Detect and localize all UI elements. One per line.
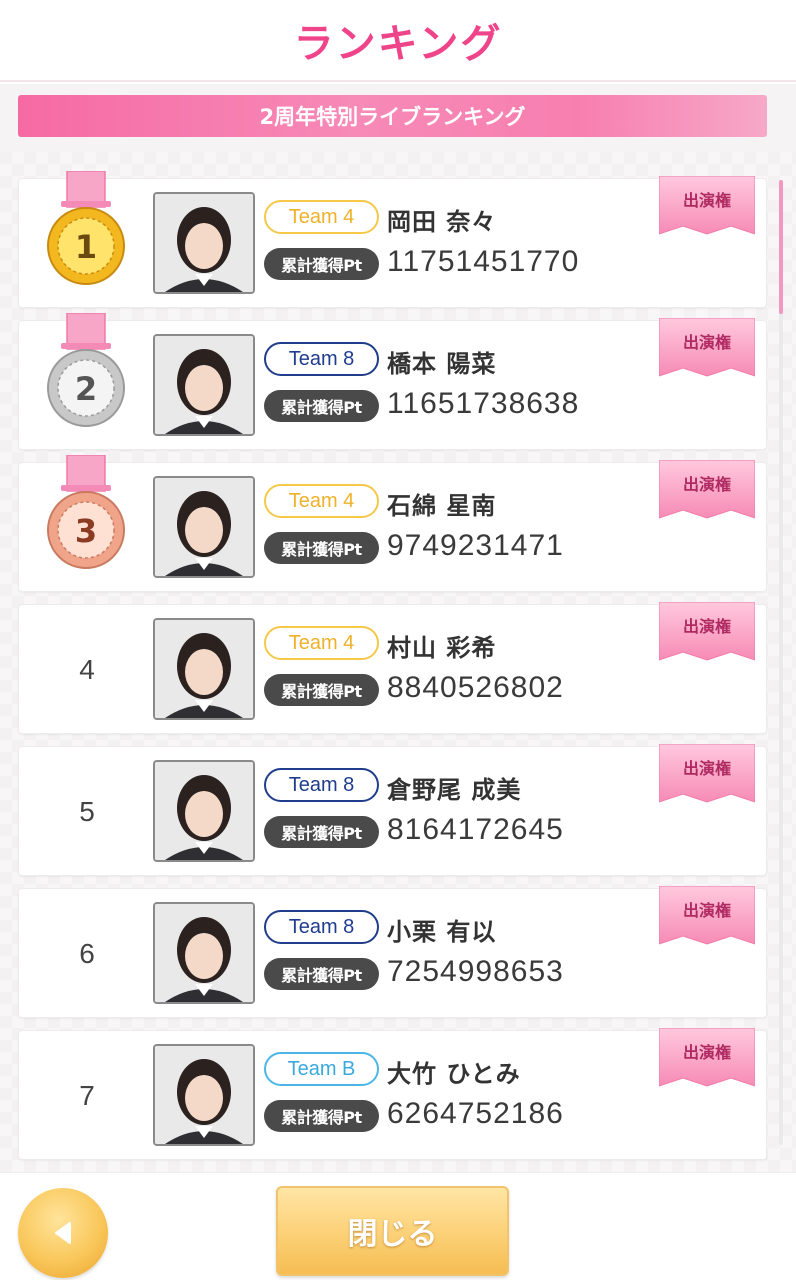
member-photo bbox=[153, 192, 255, 294]
points-label: 累計獲得Pt bbox=[264, 390, 379, 422]
points-value: 11751451770 bbox=[387, 245, 580, 278]
team-badge: Team 8 bbox=[264, 342, 379, 376]
gold-medal-icon: 1 bbox=[47, 171, 125, 285]
back-arrow-icon bbox=[55, 1222, 71, 1244]
back-button[interactable] bbox=[18, 1188, 108, 1278]
ranking-row-4[interactable]: 4 Team 4 村山 彩希 累計獲得Pt 8840526802 出演権 bbox=[18, 602, 767, 734]
svg-text:1: 1 bbox=[75, 228, 97, 266]
appearance-right-badge: 出演権 bbox=[682, 475, 731, 494]
points-value: 11651738638 bbox=[387, 387, 580, 420]
team-badge: Team B bbox=[264, 1052, 379, 1086]
points-label: 累計獲得Pt bbox=[264, 674, 379, 706]
points-label: 累計獲得Pt bbox=[264, 532, 379, 564]
rank-number: 6 bbox=[79, 938, 95, 969]
ranking-row-6[interactable]: 6 Team 8 小栗 有以 累計獲得Pt 7254998653 出演権 bbox=[18, 886, 767, 1018]
member-name: 村山 彩希 bbox=[387, 634, 497, 662]
ranking-row-5[interactable]: 5 Team 8 倉野尾 成美 累計獲得Pt 8164172645 出演権 bbox=[18, 744, 767, 876]
member-photo bbox=[153, 760, 255, 862]
points-label: 累計獲得Pt bbox=[264, 816, 379, 848]
page-title: ランキング bbox=[293, 21, 503, 67]
member-name: 橋本 陽菜 bbox=[387, 350, 497, 378]
app-header: ランキング bbox=[0, 0, 796, 82]
member-photo bbox=[153, 334, 255, 436]
appearance-right-badge: 出演権 bbox=[682, 617, 731, 636]
rank-number: 5 bbox=[79, 796, 95, 827]
ranking-row-7[interactable]: 7 Team B 大竹 ひとみ 累計獲得Pt 6264752186 出演権 bbox=[18, 1028, 767, 1160]
rank-number: 7 bbox=[79, 1080, 95, 1111]
ranking-row-1[interactable]: 1 Team 4 岡田 奈々 累計獲得Pt 11751451770 出演権 bbox=[18, 171, 767, 308]
rank-number: 4 bbox=[79, 654, 95, 685]
appearance-right-badge: 出演権 bbox=[682, 759, 731, 778]
appearance-right-badge: 出演権 bbox=[682, 901, 731, 920]
scrollbar-track[interactable] bbox=[779, 180, 783, 1145]
appearance-right-badge: 出演権 bbox=[682, 191, 731, 210]
member-photo bbox=[153, 1044, 255, 1146]
ranking-banner: 2周年特別ライブランキング bbox=[18, 95, 767, 137]
points-label: 累計獲得Pt bbox=[264, 248, 379, 280]
scrollbar-thumb[interactable] bbox=[779, 180, 783, 314]
appearance-right-badge: 出演権 bbox=[682, 1043, 731, 1062]
team-badge: Team 4 bbox=[264, 484, 379, 518]
team-badge: Team 4 bbox=[264, 626, 379, 660]
team-badge: Team 8 bbox=[264, 768, 379, 802]
points-value: 6264752186 bbox=[387, 1097, 564, 1130]
points-label: 累計獲得Pt bbox=[264, 958, 379, 990]
svg-text:3: 3 bbox=[75, 512, 97, 550]
points-value: 8840526802 bbox=[387, 671, 564, 704]
member-photo bbox=[153, 618, 255, 720]
member-name: 倉野尾 成美 bbox=[387, 776, 522, 804]
member-name: 大竹 ひとみ bbox=[387, 1060, 521, 1088]
svg-text:2: 2 bbox=[75, 370, 97, 408]
member-photo bbox=[153, 476, 255, 578]
ranking-row-2[interactable]: 2 Team 8 橋本 陽菜 累計獲得Pt 11651738638 出演権 bbox=[18, 313, 767, 450]
ranking-row-3[interactable]: 3 Team 4 石綿 星南 累計獲得Pt 9749231471 出演権 bbox=[18, 455, 767, 592]
close-button[interactable]: 閉じる bbox=[276, 1186, 509, 1276]
ranking-list[interactable]: 1 Team 4 岡田 奈々 累計獲得Pt 11751451770 出演権 2 … bbox=[0, 152, 796, 1172]
team-badge: Team 8 bbox=[264, 910, 379, 944]
member-photo bbox=[153, 902, 255, 1004]
member-name: 小栗 有以 bbox=[387, 918, 497, 946]
silver-medal-icon: 2 bbox=[47, 313, 125, 427]
member-name: 石綿 星南 bbox=[387, 492, 497, 520]
team-badge: Team 4 bbox=[264, 200, 379, 234]
points-value: 7254998653 bbox=[387, 955, 564, 988]
points-label: 累計獲得Pt bbox=[264, 1100, 379, 1132]
points-value: 9749231471 bbox=[387, 529, 564, 562]
points-value: 8164172645 bbox=[387, 813, 564, 846]
bronze-medal-icon: 3 bbox=[47, 455, 125, 569]
member-name: 岡田 奈々 bbox=[387, 208, 497, 236]
appearance-right-badge: 出演権 bbox=[682, 333, 731, 352]
